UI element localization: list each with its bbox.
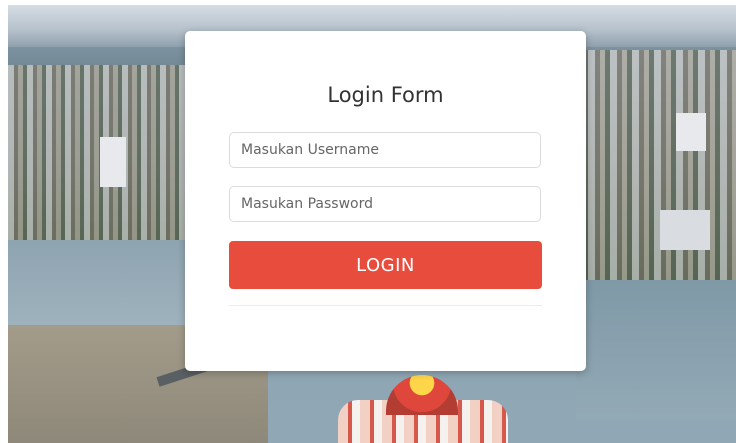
login-title-container: Login Form xyxy=(185,83,586,107)
lake-left xyxy=(8,240,208,330)
building-tower-right xyxy=(676,113,706,151)
building-block-right xyxy=(660,210,710,250)
username-input[interactable] xyxy=(229,132,541,168)
building-tower-left xyxy=(100,137,126,187)
city-buildings-right xyxy=(566,50,736,280)
mosque-dome xyxy=(386,375,458,415)
login-title: Login Form xyxy=(327,83,444,107)
divider xyxy=(229,305,542,306)
login-card: Login Form LOGIN xyxy=(185,31,586,371)
login-button[interactable]: LOGIN xyxy=(229,241,542,289)
lake-right xyxy=(576,280,736,420)
password-input[interactable] xyxy=(229,186,541,222)
